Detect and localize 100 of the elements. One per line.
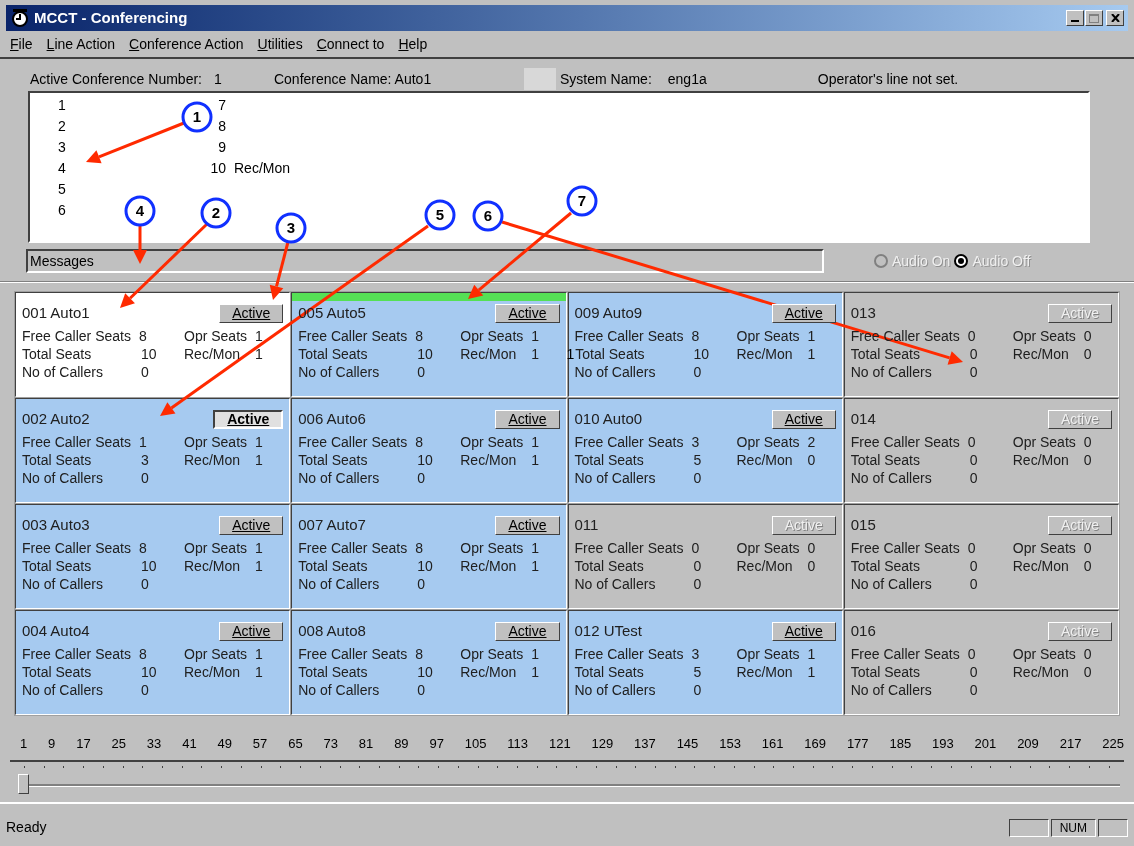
conference-card[interactable]: 011 Active Free Caller Seats 0 Total Seats 0 No of Callers 0 Opr Seats 0 Rec/Mon 0 [567, 504, 843, 609]
stat-label: Total Seats [850, 663, 920, 681]
line-number[interactable]: 4 [58, 158, 66, 179]
menu-item[interactable]: Conference Action [129, 33, 244, 55]
stat-value: 1 [807, 645, 816, 663]
stat-label: Opr Seats [460, 539, 524, 557]
line-number[interactable]: 2 [58, 116, 66, 137]
conference-card[interactable]: 003 Auto3 Active Free Caller Seats 8 Total Seats 10 No of Callers 0 Opr Seats 1 Rec/Mon 1 [15, 504, 291, 609]
stat-label: No of Callers [574, 363, 657, 381]
conference-card[interactable]: 015 Active Free Caller Seats 0 Total Seats 0 No of Callers 0 Opr Seats 0 Rec/Mon 0 [843, 504, 1119, 609]
line-number[interactable]: 1 [58, 95, 66, 116]
active-button[interactable]: Active [495, 621, 560, 641]
conference-card[interactable]: 012 UTest Active Free Caller Seats 3 Total Seats 5 No of Callers 0 Opr Seats 1 Rec/Mon 1 [567, 610, 843, 715]
active-button[interactable]: Active [495, 409, 560, 429]
conference-card[interactable]: 001 Auto1 Active Free Caller Seats 8 Total Seats 10 No of Callers 0 Opr Seats 1 Rec/Mon 1 [15, 292, 291, 397]
active-button[interactable]: Active [771, 409, 836, 429]
stat-value: 1 [255, 663, 263, 681]
menu-item[interactable]: Connect to [316, 33, 385, 55]
stat-value: 10 [416, 663, 434, 681]
scale-label: 185 [889, 735, 912, 753]
scale-label: 97 [429, 735, 444, 753]
stat-value: 0 [967, 539, 977, 557]
line-number[interactable]: 9 [208, 137, 226, 158]
stat-label: No of Callers [574, 469, 657, 487]
conference-card[interactable]: 016 Active Free Caller Seats 0 Total Seats 0 No of Callers 0 Opr Seats 0 Rec/Mon 0 [843, 610, 1119, 715]
active-button[interactable]: Active [219, 303, 284, 323]
stat-value: 8 [415, 539, 424, 557]
scale-label: 153 [719, 735, 741, 753]
line-number[interactable]: 6 [58, 200, 66, 221]
scale-label: 121 [548, 735, 571, 753]
conference-card[interactable]: 002 Auto2 Active Free Caller Seats 1 Total Seats 3 No of Callers 0 Opr Seats 1 Rec/Mon 1 [15, 398, 291, 503]
close-button[interactable] [1106, 10, 1124, 26]
stat-label: No of Callers [22, 575, 104, 593]
scale-label: 161 [761, 735, 784, 753]
stat-label: Rec/Mon [184, 451, 242, 469]
scale-label: 57 [252, 735, 268, 753]
active-button[interactable]: Active [495, 303, 560, 323]
stat-label: Free Caller Seats [850, 645, 960, 663]
menu-item[interactable]: Line Action [46, 33, 116, 55]
conference-card[interactable]: 010 Auto0 Active Free Caller Seats 3 Total Seats 5 No of Callers 0 Opr Seats 2 Rec/Mon 0 [567, 398, 843, 503]
stat-value: 1 [255, 557, 263, 575]
stat-value: 0 [1083, 345, 1092, 363]
active-button[interactable]: Active [771, 621, 836, 641]
stat-label: Opr Seats [184, 539, 248, 557]
active-button[interactable]: Active [219, 515, 284, 535]
stat-label: Rec/Mon [460, 663, 518, 681]
stat-value: 10 [416, 557, 434, 575]
active-button[interactable]: Active [219, 621, 284, 641]
status-panel [1098, 818, 1128, 837]
conference-title: 009 Auto9 [574, 302, 643, 323]
menu-item[interactable]: Help [398, 33, 428, 55]
scale-label: 209 [1017, 735, 1039, 753]
stat-label: Free Caller Seats [850, 327, 960, 345]
maximize-button[interactable] [1085, 10, 1103, 26]
stat-value: 0 [416, 681, 426, 699]
stat-value: 8 [691, 327, 701, 345]
line-number[interactable]: 3 [58, 137, 66, 158]
conference-title: 006 Auto6 [298, 408, 366, 429]
stat-value: 1 [531, 645, 540, 663]
line-number[interactable]: 10 [208, 158, 226, 179]
stat-label: Rec/Mon [1012, 345, 1070, 363]
conference-card[interactable]: 004 Auto4 Active Free Caller Seats 8 Total Seats 10 No of Callers 0 Opr Seats 1 Rec/Mon 1 [15, 610, 291, 715]
stat-label: Rec/Mon [736, 451, 794, 469]
conference-card[interactable]: 014 Active Free Caller Seats 0 Total Seats 0 No of Callers 0 Opr Seats 0 Rec/Mon 0 [843, 398, 1119, 503]
stat-value: 0 [968, 363, 979, 381]
active-button[interactable]: Active [495, 515, 560, 535]
callout-badge: 5 [424, 199, 456, 231]
stat-value: 0 [1083, 645, 1092, 663]
menu-item[interactable]: Utilities [257, 33, 303, 55]
active-button[interactable]: Active [213, 409, 284, 429]
slider-thumb[interactable] [18, 773, 29, 794]
stat-value: 0 [139, 575, 150, 593]
conference-name: Conference Name: Auto1 [273, 69, 433, 89]
stat-value: 0 [807, 539, 816, 557]
stat-label: Opr Seats [736, 539, 800, 557]
scale-label: 89 [394, 735, 409, 753]
stat-label: Opr Seats [736, 645, 800, 663]
conference-title: 002 Auto2 [22, 408, 90, 429]
line-number[interactable]: 5 [58, 179, 66, 200]
stat-label: No of Callers [850, 469, 933, 487]
scale-label: 217 [1059, 735, 1082, 753]
stat-value: 0 [139, 681, 150, 699]
conference-card[interactable]: 007 Auto7 Active Free Caller Seats 8 Total Seats 10 No of Callers 0 Opr Seats 1 Rec/Mon 1 [291, 504, 567, 609]
conference-card[interactable]: 008 Auto8 Active Free Caller Seats 8 Total Seats 10 No of Callers 0 Opr Seats 1 Rec/Mon 1 [291, 610, 567, 715]
status-text: Ready [6, 818, 47, 837]
active-button[interactable]: Active [771, 303, 836, 323]
conference-title: 015 [850, 514, 876, 535]
stat-label: Free Caller Seats [22, 433, 131, 451]
menu-item[interactable]: File [10, 33, 33, 55]
conference-card[interactable]: 006 Auto6 Active Free Caller Seats 8 Total Seats 10 No of Callers 0 Opr Seats 1 Rec/Mon 1 [291, 398, 567, 503]
stat-value: 0 [1083, 451, 1092, 469]
stat-value: 10 [139, 345, 158, 363]
minimize-button[interactable] [1066, 10, 1084, 26]
conference-title: 004 Auto4 [22, 620, 90, 641]
stat-value: 0 [139, 469, 150, 487]
stat-value: 0 [968, 663, 979, 681]
conference-card[interactable]: 013 Active Free Caller Seats 0 Total Seats 0 No of Callers 0 Opr Seats 0 Rec/Mon 0 [843, 292, 1119, 397]
stat-label: Free Caller Seats [22, 327, 131, 345]
stat-label: Total Seats [298, 557, 368, 575]
active-conference-value: 1 [213, 69, 223, 89]
